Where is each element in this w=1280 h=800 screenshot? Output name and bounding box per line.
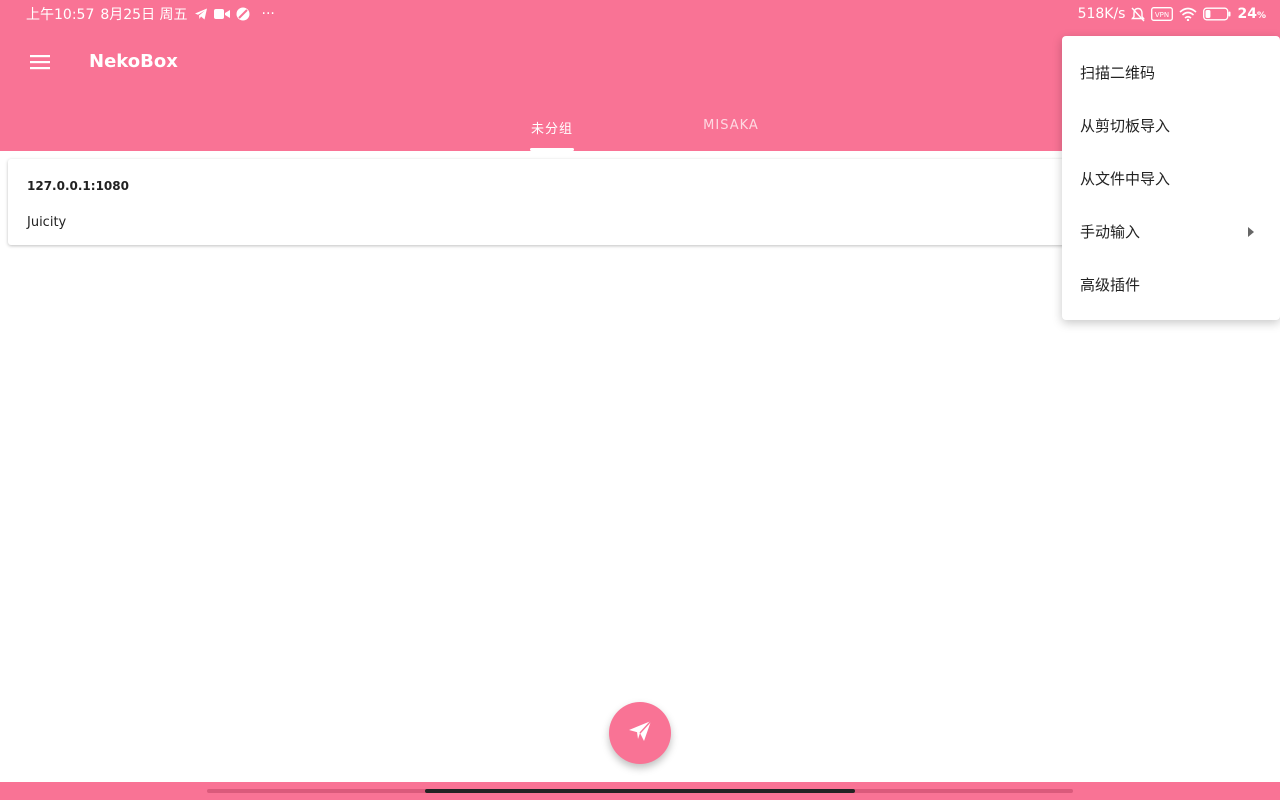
tab-indicator bbox=[530, 148, 574, 151]
blocked-icon bbox=[236, 7, 250, 21]
menu-item-manual-input[interactable]: 手动输入 bbox=[1062, 205, 1280, 258]
bell-muted-icon bbox=[1131, 7, 1146, 22]
app-title: NekoBox bbox=[89, 51, 178, 72]
status-date: 8月25日 周五 bbox=[100, 7, 188, 23]
system-nav-bar bbox=[0, 782, 1280, 800]
status-more-indicator: ··· bbox=[261, 6, 275, 22]
menu-item-label: 手动输入 bbox=[1080, 223, 1141, 241]
battery-fill bbox=[1205, 10, 1211, 18]
wifi-icon bbox=[1179, 7, 1198, 21]
tab-label: 未分组 bbox=[530, 122, 573, 137]
battery-unit: % bbox=[1256, 11, 1266, 21]
tab-ungrouped[interactable]: 未分组 bbox=[508, 106, 596, 151]
battery-icon bbox=[1203, 7, 1231, 21]
status-bar-right: 518K/s VPN 24% bbox=[1078, 6, 1266, 22]
menu-item-scan-qr[interactable]: 扫描二维码 bbox=[1062, 46, 1280, 99]
telegram-icon bbox=[194, 7, 208, 21]
vpn-label: VPN bbox=[1155, 11, 1169, 19]
menu-item-label: 高级插件 bbox=[1080, 276, 1141, 294]
menu-item-import-clipboard[interactable]: 从剪切板导入 bbox=[1062, 99, 1280, 152]
gesture-handle[interactable] bbox=[425, 789, 855, 793]
status-bar-left: 上午10:57 8月25日 周五 ··· bbox=[26, 4, 275, 24]
menu-item-label: 从剪切板导入 bbox=[1080, 117, 1171, 135]
battery-value: 24 bbox=[1237, 6, 1257, 22]
profile-address: 127.0.0.1:1080 bbox=[27, 179, 129, 193]
tab-misaka[interactable]: MISAKA bbox=[686, 106, 776, 151]
video-camera-icon bbox=[213, 8, 230, 20]
vpn-icon: VPN bbox=[1151, 7, 1174, 21]
status-time: 上午10:57 bbox=[26, 7, 95, 23]
send-icon bbox=[628, 720, 652, 746]
add-profile-menu: 扫描二维码 从剪切板导入 从文件中导入 手动输入 高级插件 bbox=[1062, 36, 1280, 320]
battery-percent: 24% bbox=[1237, 6, 1266, 22]
connect-fab[interactable] bbox=[609, 702, 671, 764]
menu-item-label: 从文件中导入 bbox=[1080, 170, 1171, 188]
network-speed: 518K/s bbox=[1077, 6, 1126, 22]
tab-label: MISAKA bbox=[703, 118, 759, 133]
menu-button[interactable] bbox=[20, 44, 60, 84]
submenu-arrow-icon bbox=[1248, 226, 1254, 237]
profile-type: Juicity bbox=[27, 215, 67, 230]
menu-item-import-file[interactable]: 从文件中导入 bbox=[1062, 152, 1280, 205]
menu-item-label: 扫描二维码 bbox=[1080, 64, 1156, 82]
menu-item-advanced-plugins[interactable]: 高级插件 bbox=[1062, 258, 1280, 311]
hamburger-icon bbox=[29, 54, 51, 74]
status-bar: 上午10:57 8月25日 周五 ··· 518K/s VPN 24% bbox=[0, 0, 1280, 28]
